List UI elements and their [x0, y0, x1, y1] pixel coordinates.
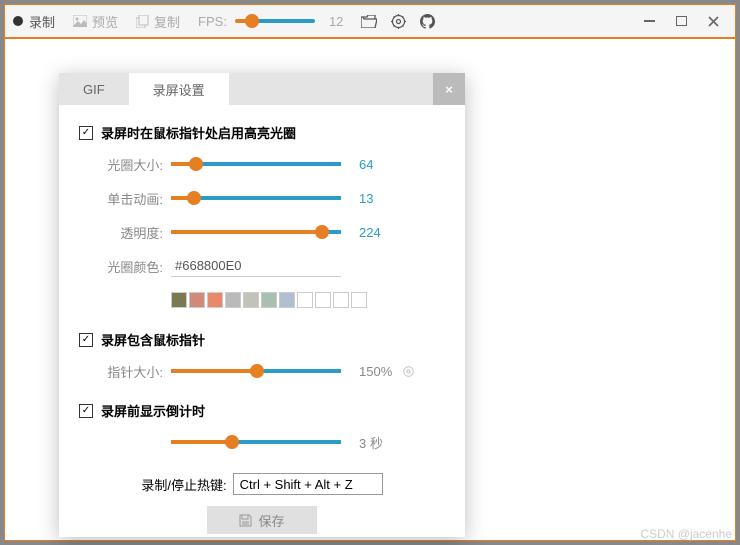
dialog-body: 录屏时在鼠标指针处启用高亮光圈 光圈大小: 64 单击动画: 13 透明度: 2…	[59, 105, 465, 544]
window-controls	[635, 10, 727, 32]
color-swatches	[171, 292, 367, 308]
click-anim-slider[interactable]	[171, 190, 341, 206]
color-swatch[interactable]	[225, 292, 241, 308]
folder-icon	[361, 15, 377, 28]
gear-icon	[391, 14, 406, 29]
github-button[interactable]	[420, 14, 435, 29]
color-swatch[interactable]	[189, 292, 205, 308]
fps-value: 12	[329, 14, 343, 29]
countdown-checkbox[interactable]	[79, 404, 93, 418]
preview-label: 预览	[92, 12, 118, 31]
fps-label: FPS:	[198, 14, 227, 29]
minimize-button[interactable]	[635, 10, 663, 32]
save-icon	[239, 514, 252, 527]
dialog-close-button[interactable]: ×	[433, 73, 465, 105]
halo-color-label: 光圈颜色:	[79, 257, 163, 276]
settings-dialog: GIF 录屏设置 × 录屏时在鼠标指针处启用高亮光圈 光圈大小: 64 单击动画…	[59, 73, 465, 537]
pointer-size-label: 指针大小:	[79, 362, 163, 381]
copy-icon	[136, 15, 149, 28]
copy-button[interactable]: 复制	[136, 12, 180, 31]
minimize-icon	[644, 20, 655, 22]
color-swatch[interactable]	[351, 292, 367, 308]
settings-button[interactable]	[391, 14, 406, 29]
countdown-slider[interactable]	[171, 434, 341, 450]
maximize-button[interactable]	[667, 10, 695, 32]
click-anim-value: 13	[359, 191, 373, 206]
click-anim-label: 单击动画:	[79, 189, 163, 208]
color-swatch[interactable]	[279, 292, 295, 308]
record-button[interactable]: 录制	[29, 12, 55, 31]
pointer-title: 录屏包含鼠标指针	[101, 330, 205, 349]
color-swatch[interactable]	[315, 292, 331, 308]
halo-size-label: 光圈大小:	[79, 155, 163, 174]
opacity-label: 透明度:	[79, 223, 163, 242]
countdown-value: 3 秒	[359, 433, 383, 452]
opacity-slider[interactable]	[171, 224, 341, 240]
tab-recording-settings[interactable]: 录屏设置	[129, 73, 229, 105]
fps-slider[interactable]	[235, 13, 315, 29]
dialog-header: GIF 录屏设置 ×	[59, 73, 465, 105]
close-icon	[708, 16, 719, 27]
gear-icon	[402, 365, 415, 378]
section-halo: 录屏时在鼠标指针处启用高亮光圈 光圈大小: 64 单击动画: 13 透明度: 2…	[79, 123, 445, 312]
maximize-icon	[676, 16, 687, 26]
color-swatch[interactable]	[243, 292, 259, 308]
image-icon	[73, 15, 87, 27]
copy-label: 复制	[154, 12, 180, 31]
pointer-settings-button[interactable]	[402, 365, 415, 378]
color-swatch[interactable]	[171, 292, 187, 308]
record-indicator-icon	[13, 16, 23, 26]
color-swatch[interactable]	[297, 292, 313, 308]
watermark: CSDN @jacenhe	[640, 527, 732, 541]
preview-button[interactable]: 预览	[73, 12, 118, 31]
tab-gif[interactable]: GIF	[59, 73, 129, 105]
pointer-checkbox[interactable]	[79, 333, 93, 347]
halo-color-input[interactable]	[171, 255, 341, 277]
toolbar: 录制 预览 复制 FPS: 12	[5, 5, 735, 39]
color-swatch[interactable]	[333, 292, 349, 308]
hotkey-label: 录制/停止热键:	[141, 475, 226, 494]
section-pointer: 录屏包含鼠标指针 指针大小: 150%	[79, 330, 445, 383]
app-window: 录制 预览 复制 FPS: 12 GIF 录屏设置 ×	[4, 4, 736, 541]
record-label: 录制	[29, 12, 55, 31]
halo-title: 录屏时在鼠标指针处启用高亮光圈	[101, 123, 296, 142]
open-folder-button[interactable]	[361, 15, 377, 28]
countdown-title: 录屏前显示倒计时	[101, 401, 205, 420]
section-countdown: 录屏前显示倒计时 3 秒	[79, 401, 445, 454]
pointer-size-value: 150%	[359, 364, 392, 379]
close-button[interactable]	[699, 10, 727, 32]
pointer-size-slider[interactable]	[171, 363, 341, 379]
save-label: 保存	[258, 511, 284, 530]
opacity-value: 224	[359, 225, 381, 240]
hotkey-input[interactable]: Ctrl + Shift + Alt + Z	[233, 473, 383, 495]
github-icon	[420, 14, 435, 29]
halo-size-value: 64	[359, 157, 373, 172]
halo-size-slider[interactable]	[171, 156, 341, 172]
save-button[interactable]: 保存	[207, 506, 317, 534]
halo-checkbox[interactable]	[79, 126, 93, 140]
color-swatch[interactable]	[261, 292, 277, 308]
color-swatch[interactable]	[207, 292, 223, 308]
